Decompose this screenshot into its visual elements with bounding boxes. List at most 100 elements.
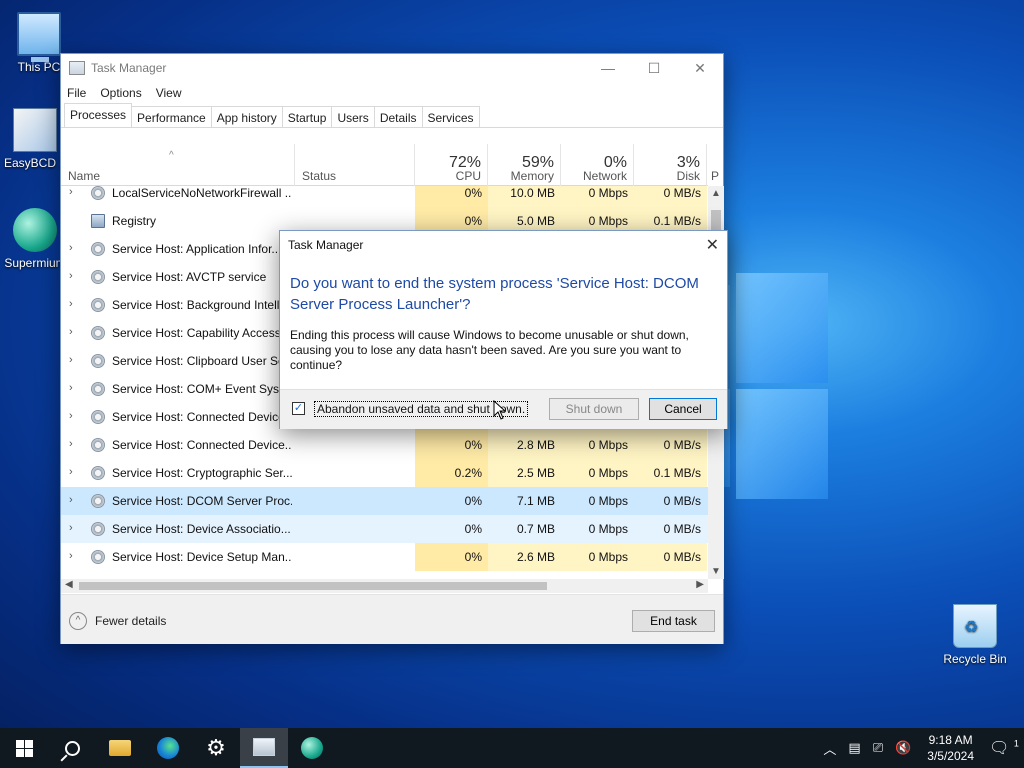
dialog-title-bar[interactable]: Task Manager	[280, 231, 727, 259]
scroll-up-icon[interactable]: ▲	[711, 188, 721, 199]
task-manager-app-icon	[69, 61, 85, 75]
column-network[interactable]: 0% Network	[561, 144, 634, 186]
process-name: Service Host: Connected Device...	[112, 410, 292, 424]
process-icon	[91, 494, 105, 508]
process-name: Service Host: Device Associatio...	[112, 522, 291, 536]
expand-chevron-icon[interactable]: ›	[69, 410, 73, 422]
column-disk[interactable]: 3% Disk	[634, 144, 707, 186]
column-status-label: Status	[302, 169, 337, 183]
search-icon	[64, 740, 80, 756]
title-bar[interactable]: Task Manager — ☐ ✕	[61, 54, 723, 82]
abandon-data-checkbox[interactable]: ✓	[292, 402, 305, 415]
disk-cell: 0 MB/s	[663, 522, 701, 536]
process-row[interactable]: › LocalServiceNoNetworkFirewall ... 0% 10.0…	[61, 186, 708, 207]
gear-icon: ⚙	[206, 735, 226, 760]
taskbar-task-manager[interactable]	[240, 728, 288, 768]
tab-startup[interactable]: Startup	[281, 106, 333, 127]
expand-chevron-icon[interactable]: ›	[69, 438, 73, 450]
column-power[interactable]: P	[707, 144, 725, 186]
dialog-close-icon[interactable]: ✕	[706, 235, 719, 255]
process-name: Service Host: Cryptographic Ser...	[112, 466, 292, 480]
horizontal-scroll-thumb[interactable]	[79, 582, 547, 590]
memory-cell: 0.7 MB	[516, 522, 555, 536]
process-name: Service Host: COM+ Event Syste...	[112, 382, 292, 396]
window-title: Task Manager	[91, 61, 167, 75]
scroll-left-icon[interactable]: ◀	[65, 579, 73, 590]
expand-chevron-icon[interactable]: ›	[69, 494, 73, 506]
taskbar-edge[interactable]	[144, 728, 192, 768]
process-row[interactable]: › Service Host: Connected Device... 0% 2.8 …	[61, 431, 708, 459]
column-memory[interactable]: 59% Memory	[488, 144, 561, 186]
expand-chevron-icon[interactable]: ›	[69, 186, 73, 198]
notification-center-button[interactable]: 🗨 1	[984, 738, 1024, 758]
notification-count: 1	[1013, 738, 1019, 749]
process-name: Service Host: Capability Access ...	[112, 326, 292, 340]
chevron-up-icon[interactable]: ︿	[823, 739, 836, 758]
minimize-icon[interactable]: —	[585, 60, 631, 77]
process-row[interactable]: › Service Host: Cryptographic Ser... 0.2% 2…	[61, 459, 708, 487]
maximize-icon[interactable]: ☐	[631, 60, 677, 77]
end-task-button[interactable]: End task	[632, 610, 715, 632]
process-name: Service Host: AVCTP service	[112, 270, 267, 284]
network-icon[interactable]: ⎚	[873, 740, 883, 756]
expand-chevron-icon[interactable]: ›	[69, 550, 73, 562]
disk-cell: 0 MB/s	[634, 543, 707, 571]
tab-users[interactable]: Users	[331, 106, 375, 127]
scroll-right-icon[interactable]: ▶	[696, 579, 704, 590]
desktop-icon-recycle-bin[interactable]: ♻ Recycle Bin	[940, 604, 1010, 666]
expand-chevron-icon[interactable]: ›	[69, 270, 73, 282]
menu-view[interactable]: View	[156, 86, 182, 100]
cpu-cell: 0%	[415, 431, 488, 459]
tab-app-history[interactable]: App history	[210, 106, 283, 127]
expand-chevron-icon[interactable]: ›	[69, 354, 73, 366]
expand-chevron-icon[interactable]: ›	[69, 522, 73, 534]
process-icon	[91, 326, 105, 340]
process-name: Service Host: Application Infor...	[112, 242, 282, 256]
mouse-cursor-icon	[493, 400, 507, 420]
process-row[interactable]: › Service Host: DCOM Server Proc... 0% 7.1 …	[61, 487, 708, 515]
network-cell: 0 Mbps	[588, 494, 628, 508]
windows-start-icon	[15, 739, 33, 757]
process-name: Service Host: Connected Device...	[112, 438, 292, 452]
volume-muted-icon[interactable]: 🔇	[895, 740, 911, 756]
menu-file[interactable]: File	[67, 86, 86, 100]
column-network-label: Network	[582, 169, 627, 183]
fewer-details-button[interactable]: ^ Fewer details	[69, 612, 166, 630]
cancel-button[interactable]: Cancel	[649, 398, 717, 420]
process-name: Service Host: DCOM Server Proc...	[112, 494, 292, 508]
start-button[interactable]	[0, 728, 48, 768]
close-icon[interactable]: ✕	[677, 60, 723, 77]
search-button[interactable]	[48, 728, 96, 768]
taskbar-supermium[interactable]	[288, 728, 336, 768]
tab-services[interactable]: Services	[421, 106, 480, 127]
process-row[interactable]: › Service Host: Device Setup Man... 0% 2.6 …	[61, 543, 708, 571]
taskbar-settings[interactable]: ⚙	[192, 728, 240, 768]
tab-details[interactable]: Details	[373, 106, 423, 127]
menu-options[interactable]: Options	[100, 86, 141, 100]
taskbar-file-explorer[interactable]	[96, 728, 144, 768]
tab-processes[interactable]: Processes	[64, 103, 133, 127]
column-status[interactable]: Status	[295, 144, 415, 186]
scroll-down-icon[interactable]: ▼	[711, 566, 721, 577]
expand-chevron-icon[interactable]: ›	[69, 298, 73, 310]
column-cpu-label: CPU	[455, 169, 481, 183]
expand-chevron-icon[interactable]: ›	[69, 382, 73, 394]
chevron-up-icon: ^	[69, 612, 87, 630]
disk-cell: 0 MB/s	[634, 431, 707, 459]
column-name-label: Name	[68, 169, 101, 183]
process-icon	[91, 186, 105, 200]
expand-chevron-icon[interactable]: ›	[69, 466, 73, 478]
column-cpu[interactable]: 72% CPU	[415, 144, 488, 186]
network-cell: 0 Mbps	[561, 431, 634, 459]
expand-chevron-icon[interactable]: ›	[69, 242, 73, 254]
column-name[interactable]: Name	[61, 144, 295, 186]
tab-performance[interactable]: Performance	[131, 106, 212, 127]
tablet-icon[interactable]: ▤	[848, 740, 860, 756]
memory-cell: 2.5 MB	[488, 459, 561, 487]
cpu-cell: 0%	[464, 494, 482, 508]
expand-chevron-icon[interactable]: ›	[69, 326, 73, 338]
process-row[interactable]: › Service Host: Device Associatio... 0% 0.7…	[61, 515, 708, 543]
horizontal-scrollbar[interactable]: ◀ ▶	[61, 579, 708, 593]
shut-down-button[interactable]: Shut down	[549, 398, 639, 420]
clock[interactable]: 9:18 AM 3/5/2024	[927, 732, 974, 764]
